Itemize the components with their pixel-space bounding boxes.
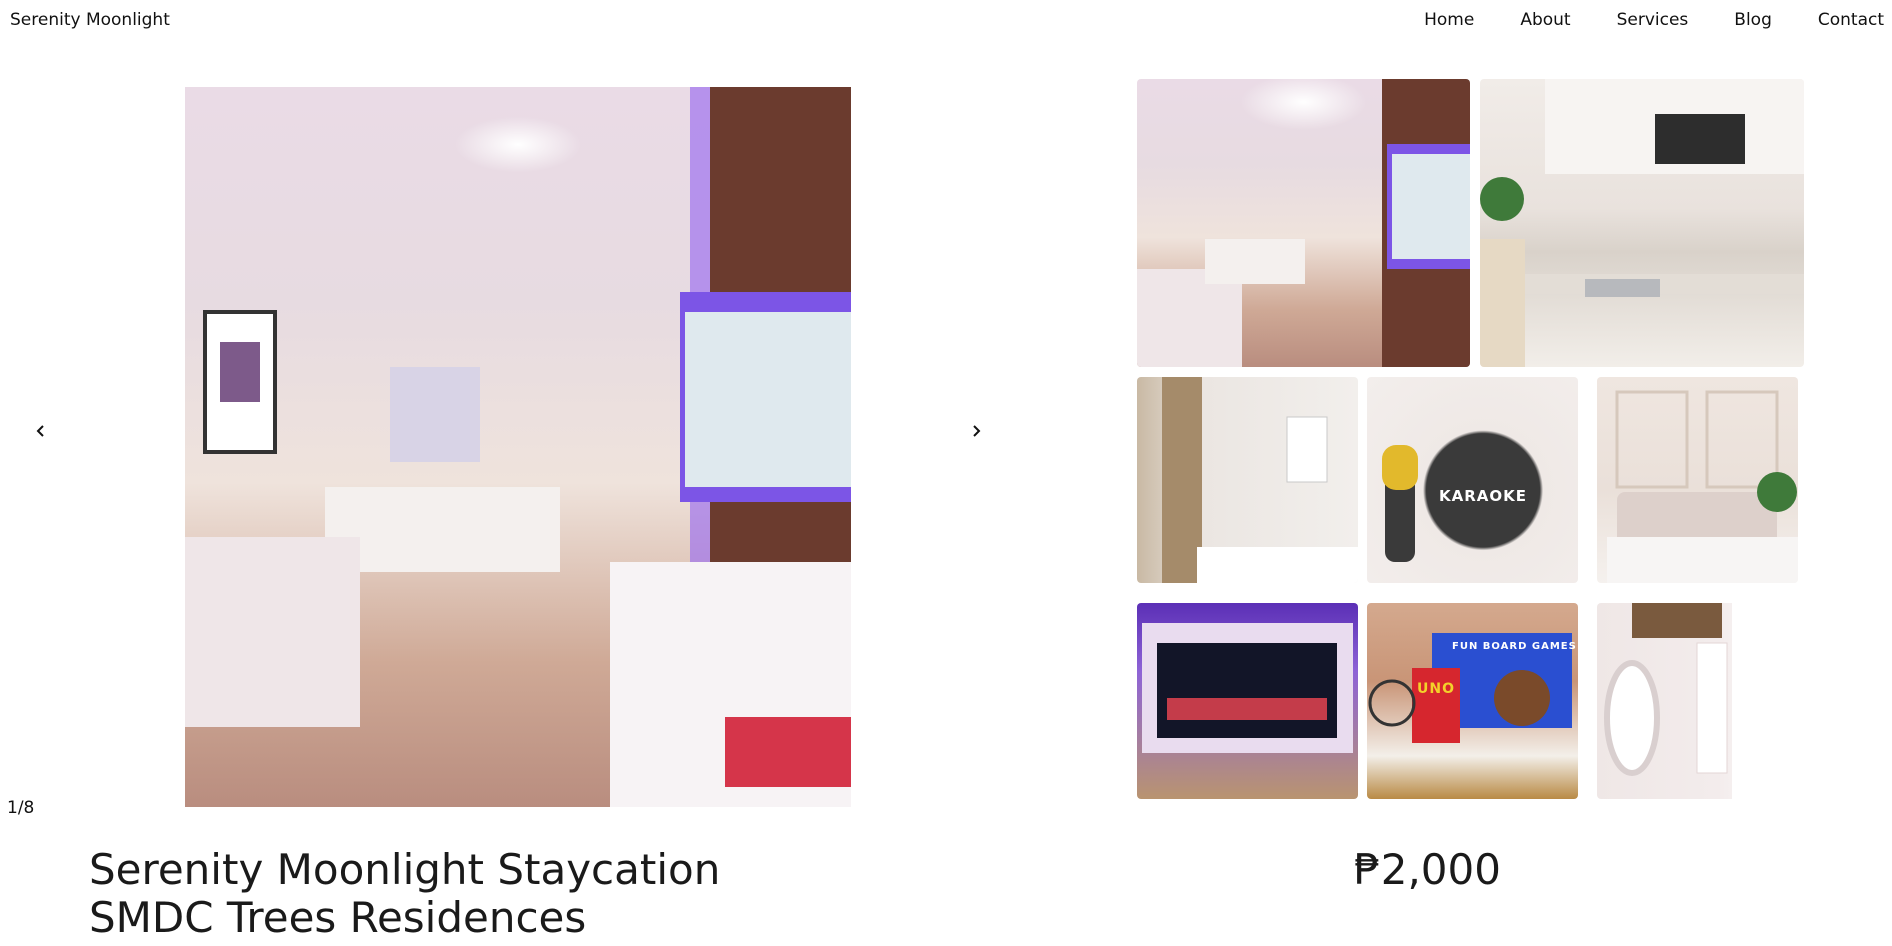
gallery-photo-tv[interactable]: [1137, 603, 1358, 799]
gallery-photo-bathroom[interactable]: [1137, 377, 1358, 583]
gallery-photo-bed[interactable]: [1597, 377, 1798, 583]
slide-counter: 1/8: [7, 798, 35, 818]
nav-contact[interactable]: Contact: [1818, 10, 1884, 30]
listing-price: ₱2,000: [1354, 845, 1501, 894]
nav-services[interactable]: Services: [1617, 10, 1689, 30]
listing-title-line2: SMDC Trees Residences: [89, 893, 587, 942]
gallery-photo-karaoke[interactable]: KARAOKE: [1367, 377, 1578, 583]
uno-label: UNO: [1417, 681, 1455, 697]
carousel-prev-button[interactable]: [26, 416, 56, 446]
main-nav: Home About Services Blog Contact: [1378, 10, 1884, 30]
carousel-main-image[interactable]: [185, 87, 851, 807]
nav-about[interactable]: About: [1520, 10, 1570, 30]
chevron-right-icon: [973, 425, 981, 437]
karaoke-label: KARAOKE: [1439, 487, 1528, 505]
site-brand[interactable]: Serenity Moonlight: [10, 10, 170, 30]
board-games-label: FUN BOARD GAMES: [1452, 641, 1577, 652]
listing-title-line1: Serenity Moonlight Staycation: [89, 845, 721, 894]
gallery-photo-vanity[interactable]: [1597, 603, 1798, 799]
carousel-next-button[interactable]: [961, 416, 991, 446]
listing-title: Serenity Moonlight Staycation SMDC Trees…: [89, 846, 720, 942]
gallery-photo-room[interactable]: [1137, 79, 1470, 367]
nav-blog[interactable]: Blog: [1734, 10, 1772, 30]
gallery-photo-kitchen[interactable]: [1480, 79, 1804, 367]
gallery-photo-board-games[interactable]: FUN BOARD GAMES UNO: [1367, 603, 1578, 799]
nav-home[interactable]: Home: [1424, 10, 1474, 30]
chevron-left-icon: [36, 425, 44, 437]
